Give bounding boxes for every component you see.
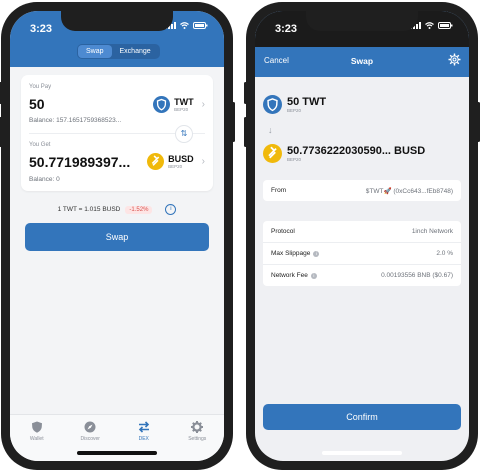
arrow-down-icon: ↓ <box>268 125 273 135</box>
status-time: 3:23 <box>30 23 53 35</box>
pay-token-selector[interactable]: TWT BEP20 › <box>153 96 205 113</box>
tab-settings[interactable]: Settings <box>171 415 225 461</box>
detail-label: Protocol <box>271 228 295 235</box>
from-amount: 50 TWT <box>287 95 327 108</box>
info-icon[interactable]: i <box>313 250 320 257</box>
compass-icon <box>84 421 96 433</box>
wifi-icon <box>180 22 189 29</box>
you-pay-label: You Pay <box>29 84 52 90</box>
chevron-right-icon: › <box>201 156 205 167</box>
exchange-rate: 1 TWT = 1.015 BUSD <box>57 206 121 213</box>
detail-value: 0.00193556 BNB ($0.67) <box>381 272 453 279</box>
tab-label: Discover <box>80 436 100 442</box>
details-box: Protocol 1inch Network Max Slippage i 2.0… <box>263 221 461 286</box>
tab-swap[interactable]: Swap <box>78 45 112 58</box>
detail-value: 2.0 % <box>436 250 453 257</box>
you-get-label: You Get <box>29 142 51 148</box>
info-icon[interactable]: i <box>310 272 317 279</box>
right-phone: Cancel Swap 3:23 50 TWT BEP20 ↓ 50.773622… <box>244 2 480 470</box>
slippage-row[interactable]: Max Slippage i 2.0 % <box>263 242 461 264</box>
detail-value: 1inch Network <box>411 228 453 235</box>
to-asset: 50.7736222030590... BUSD BEP20 <box>263 144 425 163</box>
page-title: Swap <box>350 56 374 66</box>
right-screen: Cancel Swap 3:23 50 TWT BEP20 ↓ 50.773622… <box>255 11 469 461</box>
from-network: BEP20 <box>287 107 302 113</box>
protocol-row: Protocol 1inch Network <box>263 221 461 242</box>
from-address: $TWT🚀 (0xCc643...fEb8748) <box>365 187 453 195</box>
from-row-box: From $TWT🚀 (0xCc643...fEb8748) <box>263 180 461 201</box>
gear-icon <box>191 421 204 433</box>
from-row: From $TWT🚀 (0xCc643...fEb8748) <box>263 180 461 201</box>
shield-icon <box>31 421 42 433</box>
detail-label: Network Fee <box>271 272 308 279</box>
get-token-name: BUSD <box>168 153 194 164</box>
tab-label: DEX <box>138 436 149 442</box>
get-token-network: BEP20 <box>168 163 183 169</box>
twt-token-icon <box>153 96 171 113</box>
twt-token-icon <box>263 95 282 114</box>
pay-amount-input[interactable]: 50 <box>29 96 45 112</box>
to-amount: 50.7736222030590... BUSD <box>287 144 426 157</box>
busd-token-icon <box>263 144 282 163</box>
get-balance: Balance: 0 <box>29 176 60 183</box>
bottom-tab-bar: Wallet Discover DEX Settings <box>10 414 224 461</box>
swap-card: You Pay 50 TWT BEP20 › Balance: 157.16517… <box>21 75 213 191</box>
pay-token-name: TWT <box>174 96 194 107</box>
from-label: From <box>271 187 287 194</box>
swap-button[interactable]: Swap <box>25 223 209 251</box>
swap-direction-icon[interactable]: ⇅ <box>175 125 193 143</box>
busd-token-icon <box>147 153 165 170</box>
get-amount: 50.771989397... <box>29 154 131 170</box>
pay-balance: Balance: 157.1651759368523... <box>29 117 122 124</box>
tab-wallet[interactable]: Wallet <box>10 415 64 461</box>
gear-icon[interactable] <box>448 53 461 66</box>
tab-label: Wallet <box>29 436 44 442</box>
confirm-button[interactable]: Confirm <box>263 404 461 430</box>
left-screen: 3:23 Swap Exchange You Pay 50 TWT BEP20 ›… <box>10 11 224 461</box>
from-asset: 50 TWT BEP20 <box>263 95 326 114</box>
swap-arrows-icon <box>138 421 149 433</box>
get-token-selector[interactable]: BUSD BEP20 › <box>147 153 205 170</box>
left-phone: 3:23 Swap Exchange You Pay 50 TWT BEP20 ›… <box>0 2 235 470</box>
battery-icon <box>193 22 208 29</box>
swap-exchange-toggle: Swap Exchange <box>77 44 160 59</box>
battery-icon <box>438 22 453 29</box>
detail-label: Max Slippage <box>271 250 311 257</box>
wifi-icon <box>425 22 434 29</box>
price-impact-badge: -1.52% <box>125 205 153 214</box>
info-icon[interactable]: i <box>165 204 177 215</box>
network-fee-row: Network Fee i 0.00193556 BNB ($0.67) <box>263 264 461 286</box>
pay-token-network: BEP20 <box>174 106 189 112</box>
rate-row: 1 TWT = 1.015 BUSD -1.52% i <box>10 204 224 215</box>
chevron-right-icon: › <box>201 99 205 110</box>
to-network: BEP20 <box>287 156 302 162</box>
status-time: 3:23 <box>275 23 298 35</box>
tab-exchange[interactable]: Exchange <box>112 45 159 58</box>
tab-label: Settings <box>188 436 207 442</box>
